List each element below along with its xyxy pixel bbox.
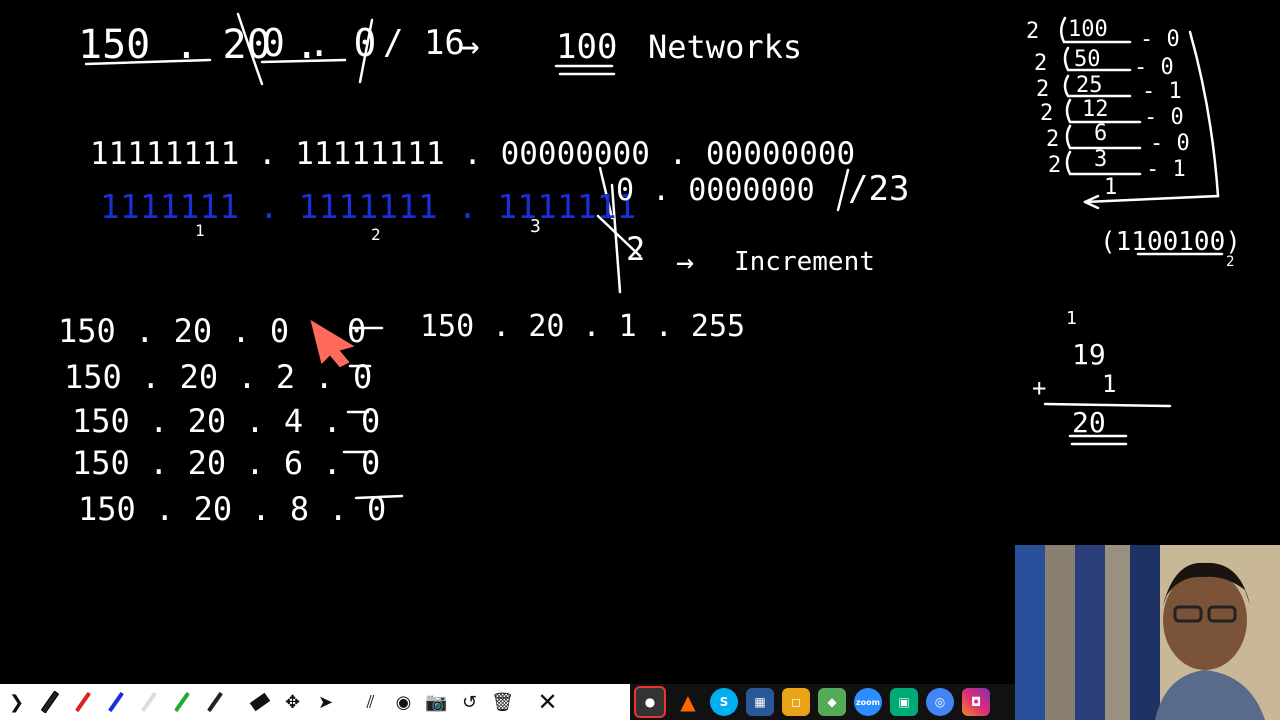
remaining-bits-row: 0 . 0000000	[616, 173, 815, 208]
div-last-quotient: 1	[1104, 175, 1117, 200]
app-icon-4[interactable]: ▣	[890, 688, 918, 716]
title-networks-label: Networks	[648, 28, 802, 66]
pen-white-2-icon[interactable]	[132, 686, 165, 719]
add-carry: 1	[1066, 308, 1077, 329]
div-divisor-3: 2	[1036, 77, 1049, 102]
collapse-toolbar-icon[interactable]: ❯	[0, 686, 33, 719]
div-value-1: 100	[1068, 17, 1108, 42]
increment-value: 2	[626, 230, 645, 268]
borrowed-bits-row: 1111111 . 1111111 . 1111111	[100, 187, 636, 226]
eraser-icon[interactable]	[243, 686, 276, 719]
camera-icon[interactable]: 📷	[420, 686, 453, 719]
div-value-5: 6	[1094, 121, 1107, 146]
pen-white-3-icon[interactable]	[198, 686, 231, 719]
binary-base: 2	[1226, 254, 1234, 270]
subnet-ip-5: 150 . 20 . 8 . 0	[78, 490, 386, 528]
title-arrow: →	[458, 26, 480, 67]
add-plus: +	[1032, 374, 1046, 402]
div-divisor-4: 2	[1040, 101, 1053, 126]
subnet-ip-2: 150 . 20 . 2 . 0	[64, 358, 372, 396]
subnet-range-end-1: 150 . 20 . 1 . 255	[420, 309, 745, 344]
div-divisor-1: 2	[1026, 19, 1039, 44]
div-divisor-5: 2	[1046, 127, 1059, 152]
pen-green-icon[interactable]	[165, 686, 198, 719]
div-remainder-3: - 1	[1142, 79, 1182, 104]
increment-arrow: →	[676, 245, 694, 280]
undo-icon[interactable]: ↺	[453, 686, 486, 719]
taskbar: ● ▲ S ▦ ◻ ◆ zoom ▣ ◎ ◘	[630, 684, 1015, 720]
div-value-6: 3	[1094, 147, 1107, 172]
add-bottom: 1	[1102, 370, 1116, 398]
add-top: 19	[1072, 338, 1106, 371]
zoom-icon[interactable]: zoom	[854, 688, 882, 716]
subnet-ip-4: 150 . 20 . 6 . 0	[72, 444, 380, 482]
sum-line	[1043, 402, 1172, 408]
group-number-3: 3	[530, 216, 541, 237]
pen-red-icon[interactable]	[66, 686, 99, 719]
app-icon[interactable]: ▦	[746, 688, 774, 716]
pen-white-icon[interactable]	[33, 686, 66, 719]
pointer-icon[interactable]: ➤	[309, 686, 342, 719]
app-icon-2[interactable]: ◻	[782, 688, 810, 716]
div-remainder-2: - 0	[1134, 55, 1174, 80]
div-value-4: 12	[1082, 97, 1109, 122]
move-icon[interactable]: ✥	[276, 686, 309, 719]
trash-icon[interactable]: 🗑	[486, 686, 519, 719]
pen-blue-icon[interactable]	[99, 686, 132, 719]
webcam-feed	[1015, 545, 1280, 720]
presenter-video	[1015, 545, 1280, 720]
lines-icon[interactable]: ⫽	[354, 686, 387, 719]
group-number-2: 2	[371, 225, 381, 244]
skype-icon[interactable]: S	[710, 688, 738, 716]
div-remainder-4: - 0	[1144, 105, 1184, 130]
instagram-icon[interactable]: ◘	[962, 688, 990, 716]
binary-result: (1100100)	[1100, 227, 1241, 257]
close-icon[interactable]: ✕	[531, 686, 564, 719]
div-value-3: 25	[1076, 73, 1103, 98]
div-remainder-1: - 0	[1140, 27, 1180, 52]
app-icon-3[interactable]: ◆	[818, 688, 846, 716]
vlc-icon[interactable]: ▲	[674, 688, 702, 716]
div-value-2: 50	[1074, 47, 1101, 72]
div-remainder-6: - 1	[1146, 157, 1186, 182]
title-ip-host: 0 . 0	[262, 21, 376, 65]
chrome-icon[interactable]: ◎	[926, 688, 954, 716]
title-network-count: 100	[556, 27, 617, 67]
add-sum: 20	[1072, 406, 1106, 439]
subnet-mask-binary: 11111111 . 11111111 . 00000000 . 0000000…	[90, 136, 855, 172]
new-prefix: /23	[848, 169, 909, 209]
subnet-ip-3: 150 . 20 . 4 . 0	[72, 402, 380, 440]
div-divisor-6: 2	[1048, 153, 1061, 178]
obs-icon[interactable]: ●	[634, 686, 666, 718]
drawing-toolbar: ❯ ✥ ➤ ⫽ ◉ 📷 ↺ 🗑 ✕	[0, 684, 630, 720]
eye-icon[interactable]: ◉	[387, 686, 420, 719]
title-prefix: / 16	[383, 23, 465, 63]
div-remainder-5: - 0	[1150, 131, 1190, 156]
div-divisor-2: 2	[1034, 51, 1047, 76]
prefix-slash	[836, 168, 850, 212]
group-number-1: 1	[195, 221, 205, 240]
increment-label: Increment	[734, 247, 875, 277]
